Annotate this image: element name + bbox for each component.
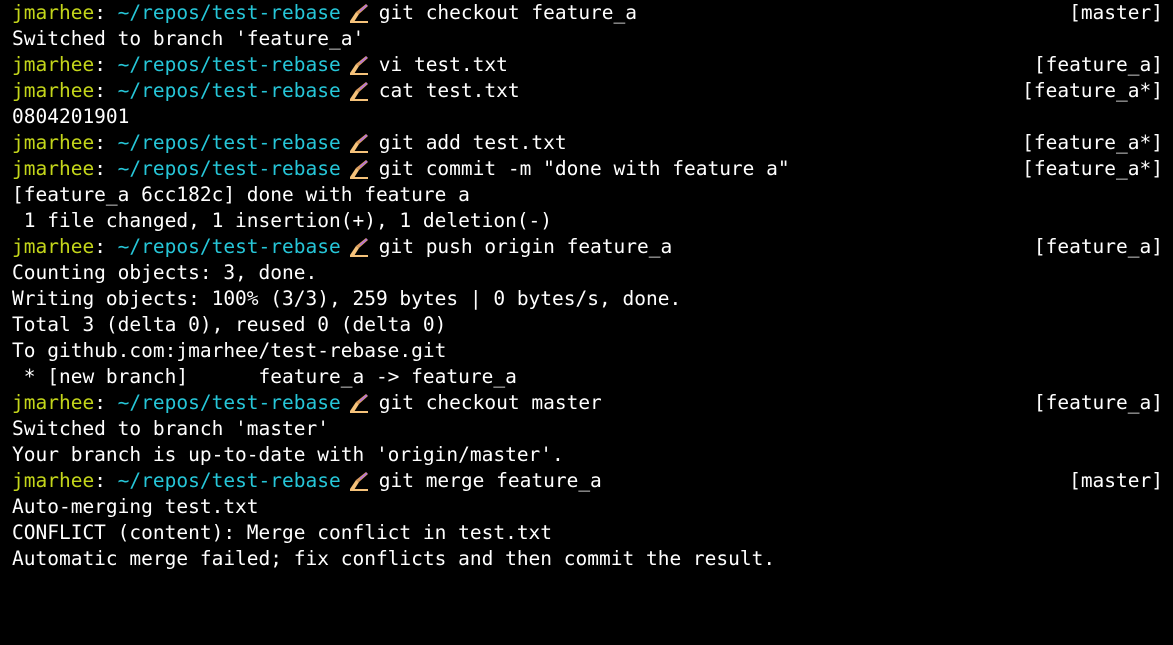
writing-hand-icon [347,470,371,492]
git-branch-status: [feature_a] [1033,391,1163,414]
prompt-line: jmarhee: ~/repos/test-rebase git commit … [12,156,1163,182]
git-branch-status: [feature_a*] [1022,79,1163,102]
output-line: Switched to branch 'master' [12,417,329,440]
prompt-user: jmarhee [12,157,95,180]
prompt-path: ~/repos/test-rebase [117,53,341,76]
prompt-path: ~/repos/test-rebase [117,469,341,492]
git-branch-status: [master] [1069,1,1163,24]
prompt-user: jmarhee [12,391,95,414]
command-text: cat test.txt [378,79,520,102]
prompt-path: ~/repos/test-rebase [117,235,341,258]
writing-hand-icon [347,236,371,258]
output-line: [feature_a 6cc182c] done with feature a [12,183,470,206]
prompt-path: ~/repos/test-rebase [117,391,341,414]
command-text: git checkout feature_a [378,1,638,24]
git-branch-status: [master] [1069,469,1163,492]
prompt-line: jmarhee: ~/repos/test-rebase vi test.txt… [12,52,1163,78]
writing-hand-icon [347,80,371,102]
output-line: Switched to branch 'feature_a' [12,27,365,50]
command-text: git add test.txt [378,131,567,154]
prompt-line: jmarhee: ~/repos/test-rebase git merge f… [12,468,1163,494]
prompt-separator: : [94,469,118,492]
prompt-line: jmarhee: ~/repos/test-rebase git add tes… [12,130,1163,156]
command-text: git commit -m "done with feature a" [378,157,790,180]
writing-hand-icon [347,2,371,24]
prompt-path: ~/repos/test-rebase [117,157,341,180]
command-text: git push origin feature_a [378,235,673,258]
output-line: 1 file changed, 1 insertion(+), 1 deleti… [12,209,553,232]
output-line: Writing objects: 100% (3/3), 259 bytes |… [12,287,682,310]
prompt-separator: : [94,79,118,102]
prompt-user: jmarhee [12,131,95,154]
prompt-user: jmarhee [12,235,95,258]
output-line: CONFLICT (content): Merge conflict in te… [12,521,553,544]
git-branch-status: [feature_a*] [1022,157,1163,180]
output-line: Your branch is up-to-date with 'origin/m… [12,443,564,466]
writing-hand-icon [347,392,371,414]
prompt-path: ~/repos/test-rebase [117,79,341,102]
command-text: vi test.txt [378,53,508,76]
prompt-line: jmarhee: ~/repos/test-rebase cat test.tx… [12,78,1163,104]
prompt-separator: : [94,53,118,76]
output-line: Counting objects: 3, done. [12,261,318,284]
output-line: 0804201901 [12,105,130,128]
output-line: Total 3 (delta 0), reused 0 (delta 0) [12,313,447,336]
prompt-user: jmarhee [12,469,95,492]
prompt-separator: : [94,235,118,258]
output-line: Automatic merge failed; fix conflicts an… [12,547,776,570]
prompt-separator: : [94,131,118,154]
prompt-path: ~/repos/test-rebase [117,131,341,154]
writing-hand-icon [347,54,371,76]
prompt-separator: : [94,157,118,180]
prompt-user: jmarhee [12,79,95,102]
prompt-path: ~/repos/test-rebase [117,1,341,24]
writing-hand-icon [347,158,371,180]
command-text: git checkout master [378,391,602,414]
prompt-user: jmarhee [12,1,95,24]
prompt-separator: : [94,1,118,24]
prompt-line: jmarhee: ~/repos/test-rebase git checkou… [12,390,1163,416]
output-line: Auto-merging test.txt [12,495,259,518]
command-text: git merge feature_a [378,469,602,492]
prompt-line: jmarhee: ~/repos/test-rebase git push or… [12,234,1163,260]
git-branch-status: [feature_a*] [1022,131,1163,154]
prompt-separator: : [94,391,118,414]
git-branch-status: [feature_a] [1033,53,1163,76]
writing-hand-icon [347,132,371,154]
terminal-window[interactable]: jmarhee: ~/repos/test-rebase git checkou… [0,0,1173,645]
git-branch-status: [feature_a] [1033,235,1163,258]
prompt-line: jmarhee: ~/repos/test-rebase git checkou… [12,0,1163,26]
output-line: To github.com:jmarhee/test-rebase.git [12,339,447,362]
prompt-user: jmarhee [12,53,95,76]
output-line: * [new branch] feature_a -> feature_a [12,365,517,388]
